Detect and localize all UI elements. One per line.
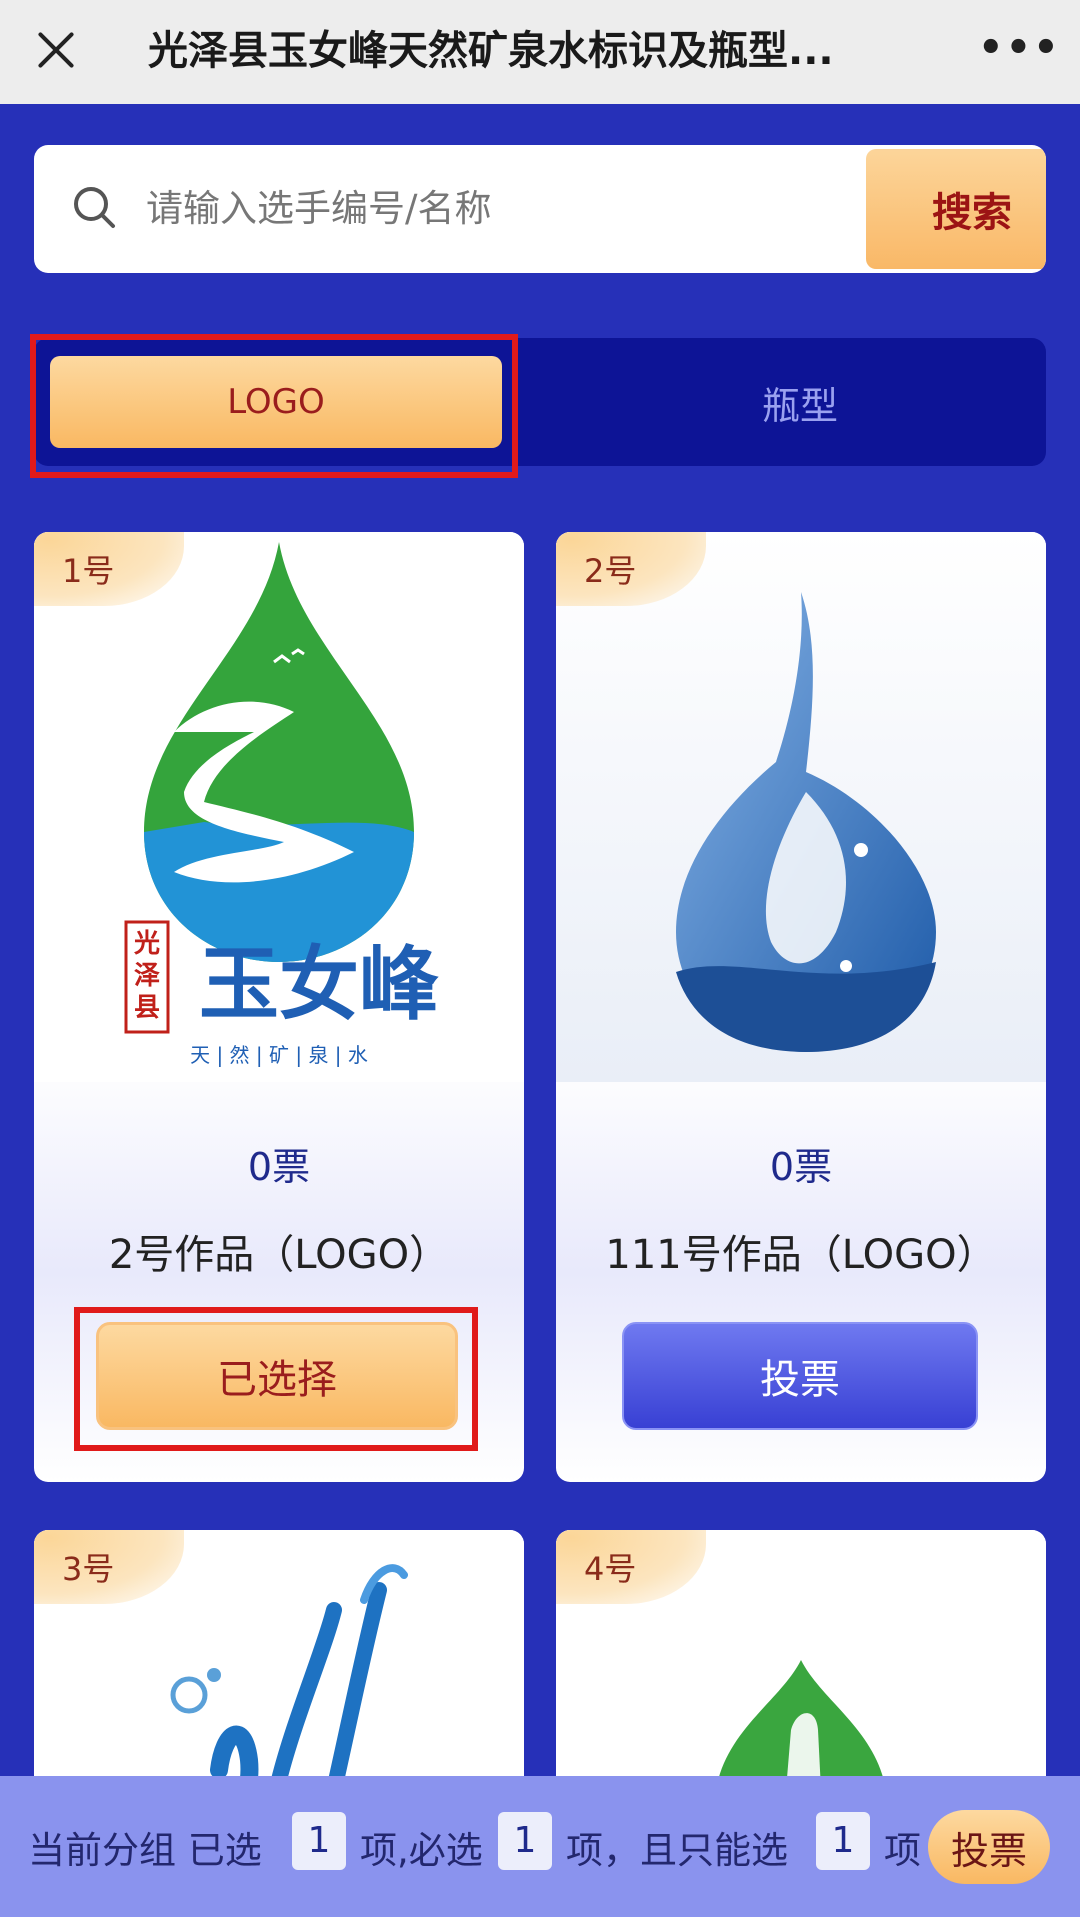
vote-count: 0票 <box>247 1145 311 1189</box>
bottom-status-bar: 当前分组 已选 1 项,必选 1 项，且只能选 1 项 投票 <box>0 1776 1080 1917</box>
required-count: 1 <box>498 1812 552 1870</box>
logo-brand-text: 玉女峰 <box>199 937 439 1031</box>
close-icon[interactable] <box>28 22 84 78</box>
entry-title: 2号作品（LOGO） <box>108 1232 450 1278</box>
entry-card-2: 2号 0票 111号作品（LOGO） 投票 <box>556 532 1046 1482</box>
vote-count: 0票 <box>769 1145 833 1189</box>
page-title: 光泽县玉女峰天然矿泉水标识及瓶型... <box>148 28 834 74</box>
status-prefix: 当前分组 已选 <box>28 1829 262 1872</box>
entry-logo-image <box>556 532 1046 1082</box>
search-button[interactable]: 搜索 <box>866 149 1046 269</box>
max-count: 1 <box>816 1812 870 1870</box>
tab-highlight-box <box>30 334 518 478</box>
submit-vote-button[interactable]: 投票 <box>928 1810 1050 1884</box>
search-bar: 搜索 <box>34 145 1046 273</box>
search-input[interactable] <box>146 175 706 241</box>
more-icon[interactable]: ••• <box>978 28 1059 76</box>
logo-sub-text: 天 | 然 | 矿 | 泉 | 水 <box>190 1043 368 1067</box>
top-bar: 光泽县玉女峰天然矿泉水标识及瓶型... ••• <box>0 0 1080 104</box>
svg-text:光: 光 <box>133 929 160 959</box>
svg-text:县: 县 <box>134 993 160 1023</box>
status-mid-2: 项，且只能选 <box>566 1829 788 1872</box>
vote-button[interactable]: 投票 <box>622 1322 978 1430</box>
selected-highlight-box <box>74 1307 478 1451</box>
entry-logo-image: 光 泽 县 玉女峰 天 | 然 | 矿 | 泉 | 水 <box>34 532 524 1082</box>
entry-title: 111号作品（LOGO） <box>605 1232 997 1278</box>
search-icon <box>74 187 115 228</box>
tab-bottle-shape[interactable]: 瓶型 <box>574 356 1026 448</box>
status-suffix: 项 <box>884 1829 921 1872</box>
status-mid-1: 项,必选 <box>360 1829 483 1872</box>
svg-text:泽: 泽 <box>134 961 160 991</box>
selected-count: 1 <box>292 1812 346 1870</box>
